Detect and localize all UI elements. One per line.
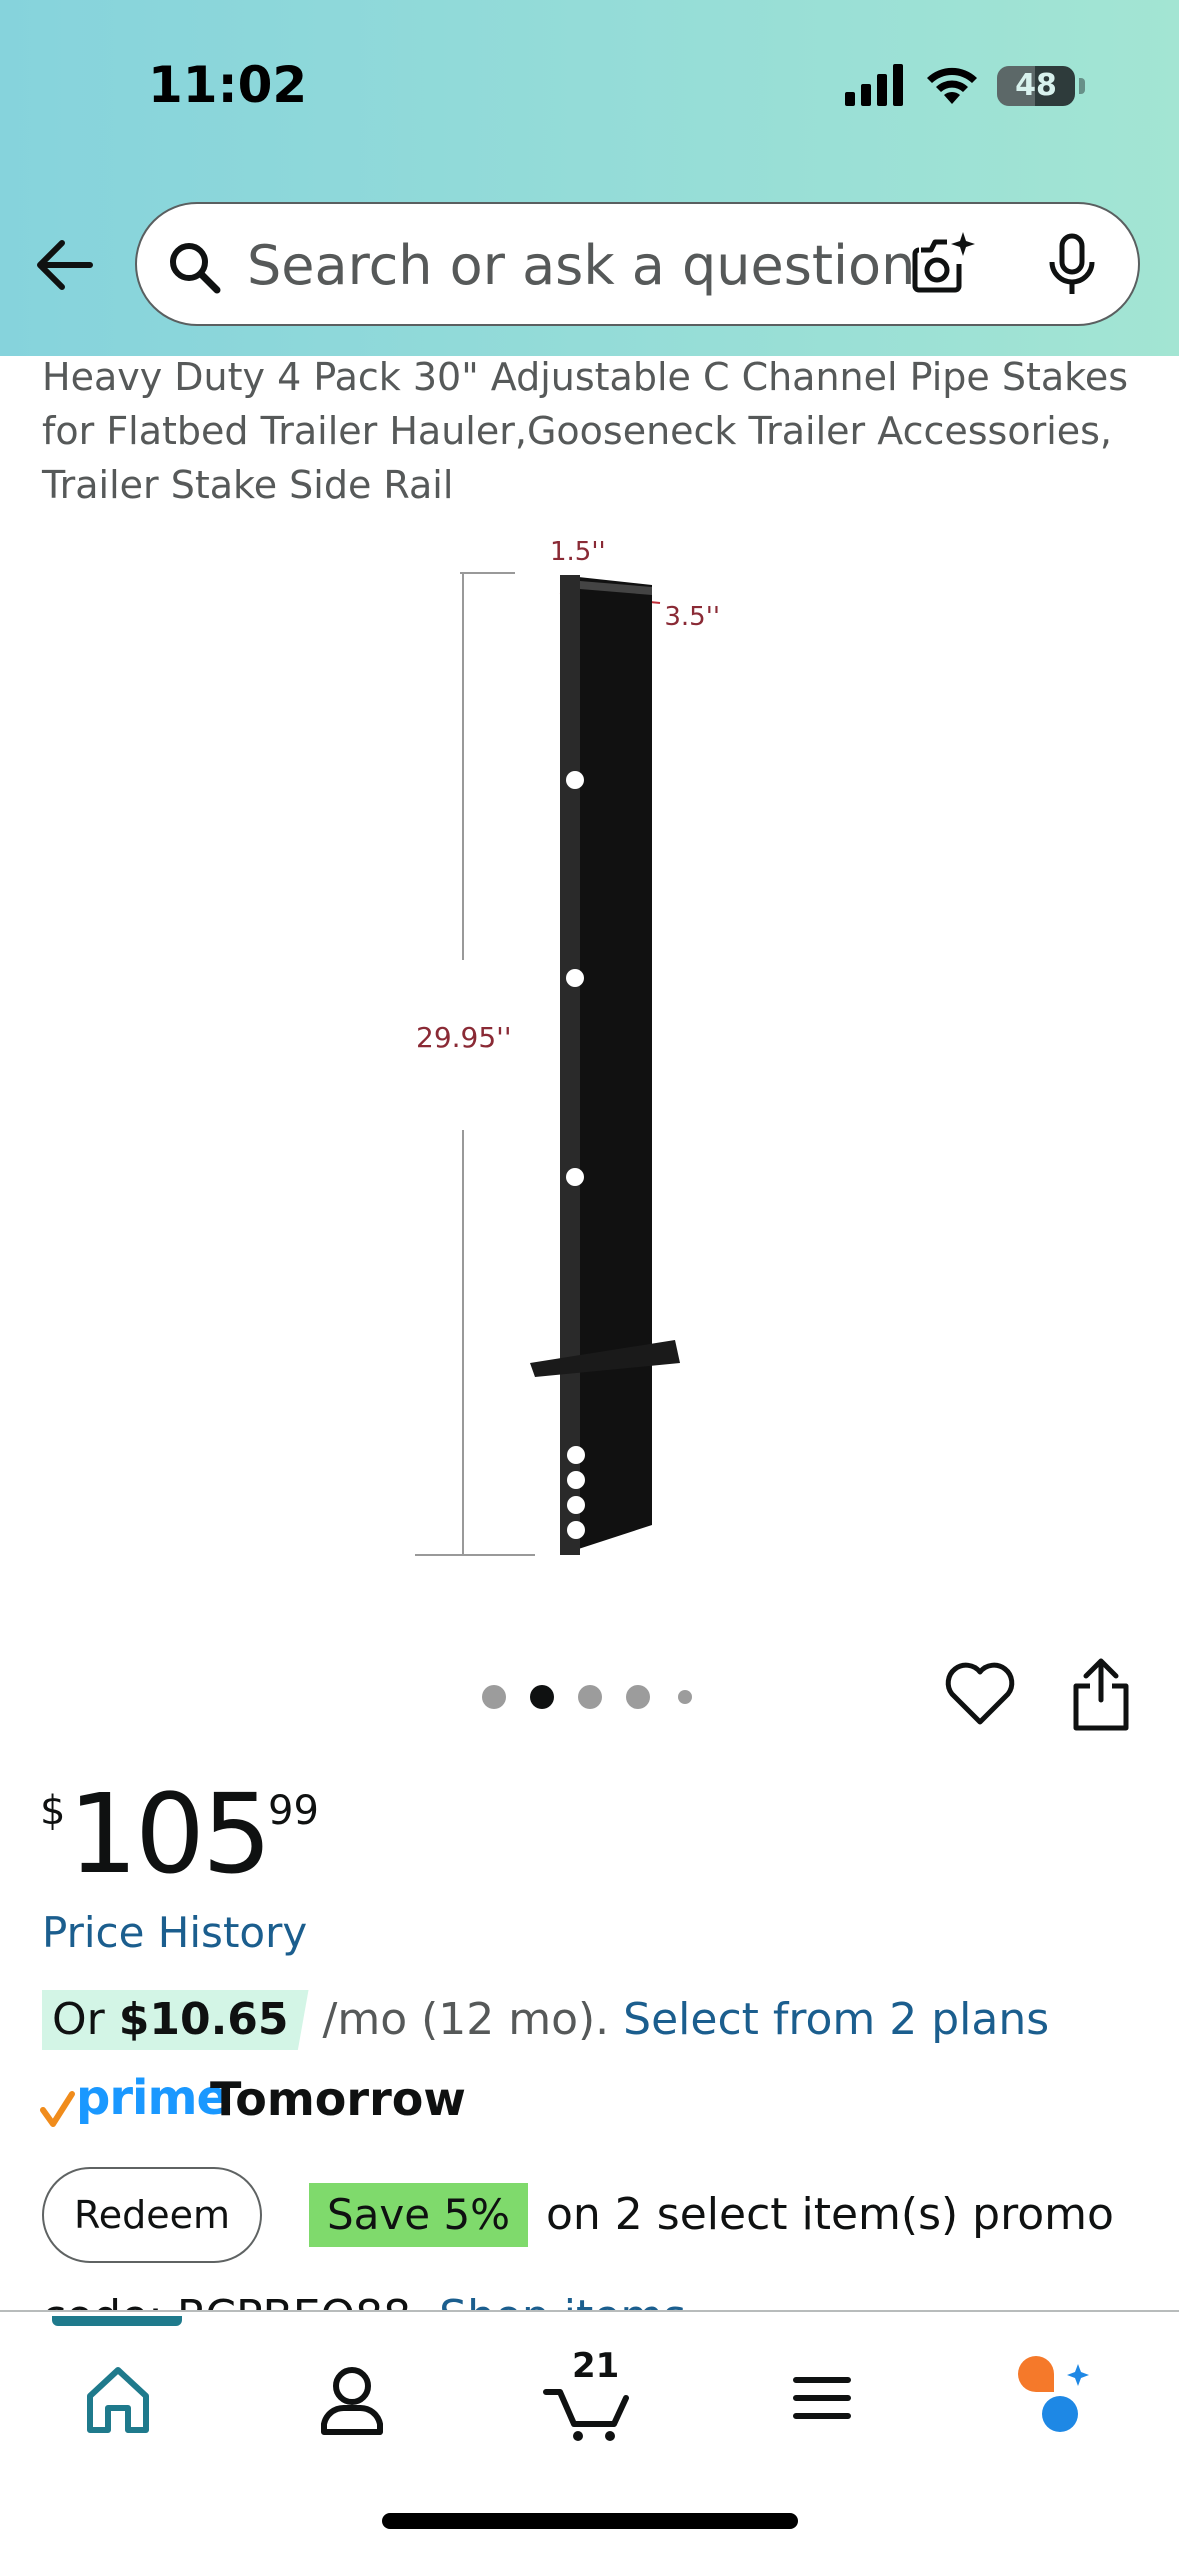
battery-icon: 48 <box>997 66 1075 106</box>
battery-level: 48 <box>1015 68 1057 103</box>
carousel-dot-active[interactable] <box>530 1685 554 1709</box>
app-header: 11:02 48 <box>0 0 1179 356</box>
cellular-signal-icon <box>845 64 903 106</box>
carousel-dot[interactable] <box>678 1690 692 1704</box>
status-time: 11:02 <box>148 56 308 114</box>
home-indicator <box>382 2513 798 2529</box>
price-whole: 105 <box>68 1770 272 1898</box>
select-plans-link[interactable]: Select from 2 plans <box>623 1994 1049 2045</box>
microphone-icon[interactable] <box>1042 232 1102 298</box>
home-icon[interactable] <box>78 2352 158 2442</box>
promo-text: on 2 select item(s) promo <box>546 2189 1114 2240</box>
monthly-terms: /mo (12 mo). <box>308 1994 624 2045</box>
carousel-dot[interactable] <box>482 1685 506 1709</box>
product-image[interactable]: 29.95'' 1.5'' 3.5'' <box>400 525 720 1575</box>
active-tab-indicator <box>52 2316 182 2326</box>
delivery-date: Tomorrow <box>210 2072 466 2126</box>
search-input[interactable] <box>247 230 977 300</box>
share-icon[interactable] <box>1068 1656 1134 1732</box>
cart-count: 21 <box>572 2346 620 2386</box>
search-icon <box>170 243 221 294</box>
menu-icon[interactable] <box>782 2352 862 2442</box>
monthly-amount: $10.65 <box>118 1994 289 2045</box>
search-bar[interactable] <box>135 202 1140 326</box>
prime-logo: prime <box>76 2070 229 2126</box>
redeem-button[interactable]: Redeem <box>42 2167 262 2263</box>
width-dimension-label: 1.5'' <box>550 537 606 567</box>
account-icon[interactable] <box>312 2352 392 2442</box>
monthly-payment-highlight: Or $10.65 <box>42 1990 309 2050</box>
depth-dimension-label: 3.5'' <box>664 602 720 632</box>
save-badge: Save 5% <box>309 2183 529 2247</box>
price-symbol: $ <box>40 1788 66 1834</box>
price-fraction: 99 <box>268 1788 319 1834</box>
product-title[interactable]: Heavy Duty 4 Pack 30" Adjustable C Chann… <box>42 350 1152 512</box>
price-history-link[interactable]: Price History <box>42 1908 307 1957</box>
carousel-dot[interactable] <box>626 1685 650 1709</box>
back-arrow-icon[interactable] <box>30 230 100 300</box>
heart-icon[interactable] <box>944 1658 1016 1730</box>
prime-check-icon <box>40 2091 75 2127</box>
camera-search-icon[interactable] <box>907 228 979 300</box>
monthly-payment-row: Or $10.65 /mo (12 mo). Select from 2 pla… <box>42 1990 1162 2050</box>
wifi-icon <box>927 67 977 104</box>
height-dimension-label: 29.95'' <box>416 1021 512 1054</box>
ai-assistant-icon[interactable] <box>1010 2352 1100 2442</box>
carousel-dot[interactable] <box>578 1685 602 1709</box>
